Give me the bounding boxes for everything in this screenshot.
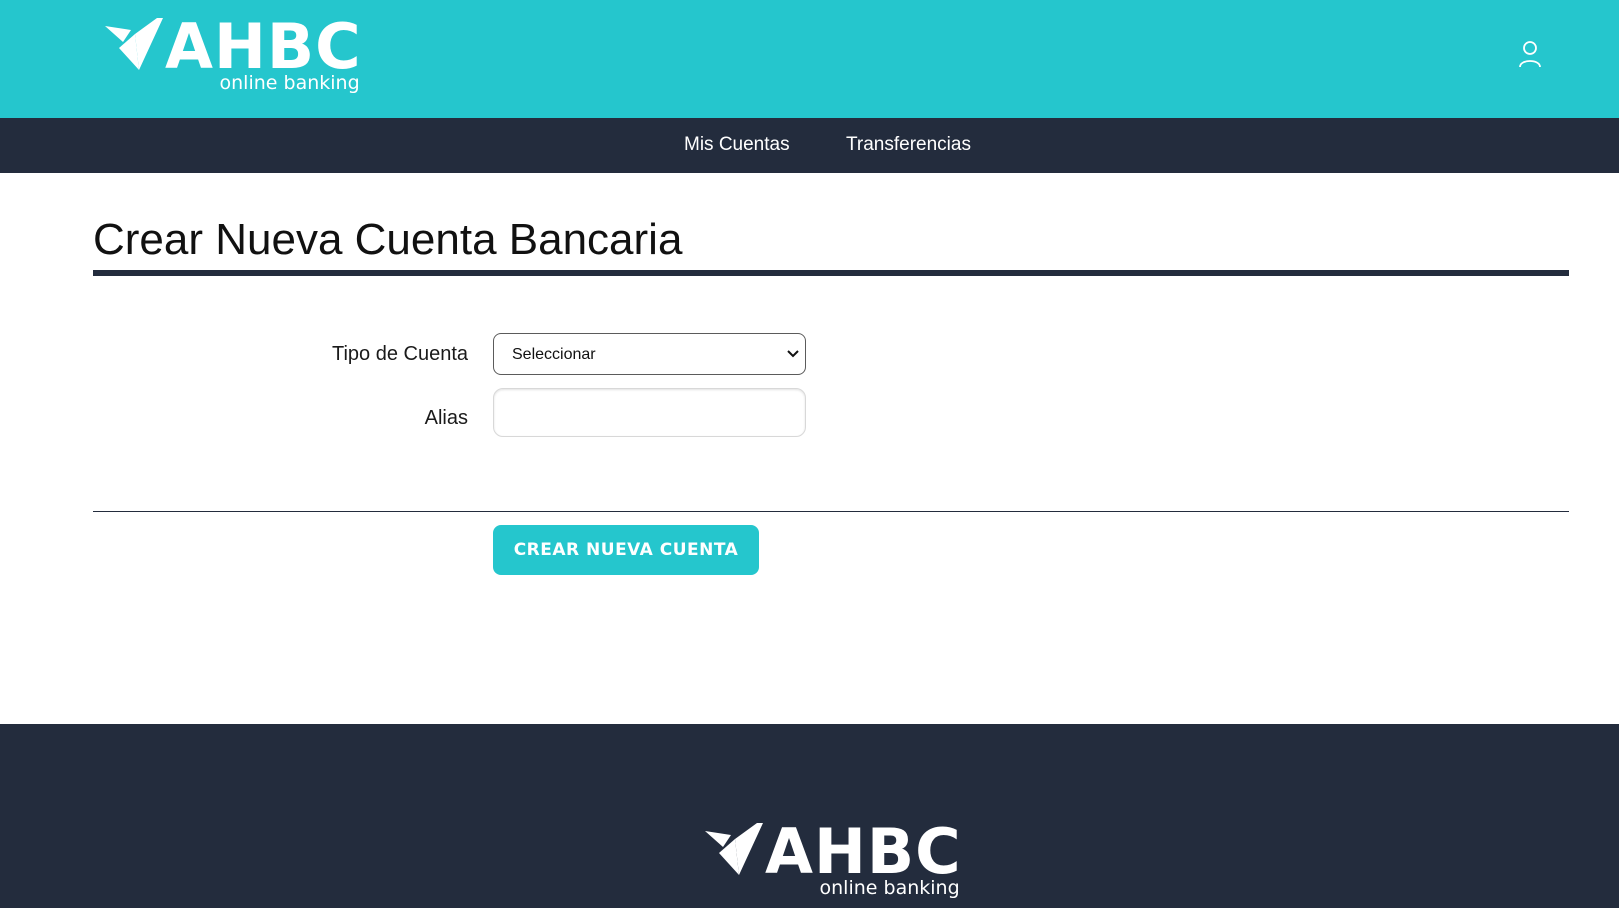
logo-wordmark: AHBC	[165, 10, 362, 83]
nav-item-mis-cuentas[interactable]: Mis Cuentas	[684, 134, 790, 156]
title-divider	[93, 270, 1569, 276]
tipo-de-cuenta-select[interactable]: Seleccionar	[493, 333, 806, 375]
footer-logo-wordmark: AHBC	[765, 815, 962, 888]
footer-logo-text: AHBC online banking	[763, 815, 962, 900]
header-logo[interactable]: AHBC online banking	[105, 10, 362, 95]
logo-bird-icon	[105, 18, 163, 70]
footer: AHBC online banking	[0, 724, 1619, 908]
top-header: AHBC online banking	[0, 0, 1619, 118]
crear-nueva-cuenta-button[interactable]: CREAR NUEVA CUENTA	[493, 525, 759, 575]
alias-input[interactable]	[493, 388, 806, 437]
tipo-de-cuenta-label: Tipo de Cuenta	[331, 343, 468, 365]
chevron-down-icon	[787, 350, 799, 358]
nav-item-transferencias[interactable]: Transferencias	[846, 134, 971, 156]
logo-text: AHBC online banking	[163, 10, 362, 95]
user-icon[interactable]	[1518, 40, 1542, 68]
logo-subtitle: online banking	[219, 72, 360, 94]
footer-logo[interactable]: AHBC online banking	[705, 815, 962, 900]
alias-label: Alias	[424, 407, 468, 429]
logo-bird-icon	[705, 823, 763, 875]
tipo-de-cuenta-selected-value: Seleccionar	[512, 346, 596, 363]
form-divider	[93, 511, 1569, 512]
page-title: Crear Nueva Cuenta Bancaria	[93, 215, 683, 264]
footer-logo-subtitle: online banking	[819, 877, 960, 899]
main-nav: Mis Cuentas Transferencias	[0, 118, 1619, 173]
